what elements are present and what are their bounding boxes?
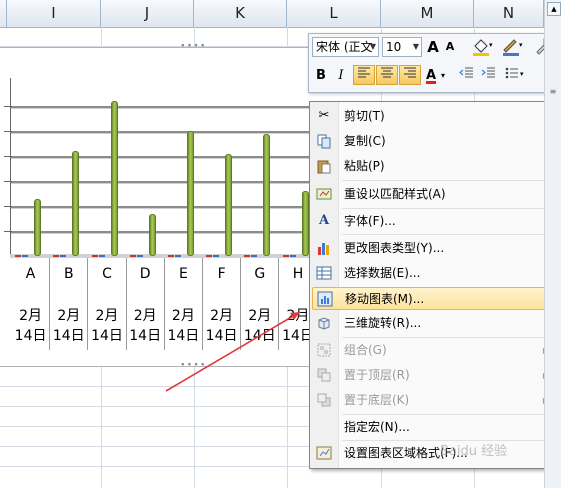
- annotation-arrow: [165, 311, 301, 392]
- watermark: Baidu 经验: [440, 444, 508, 459]
- arrow-shaft: [165, 311, 301, 392]
- arrow-head-icon: [290, 312, 300, 320]
